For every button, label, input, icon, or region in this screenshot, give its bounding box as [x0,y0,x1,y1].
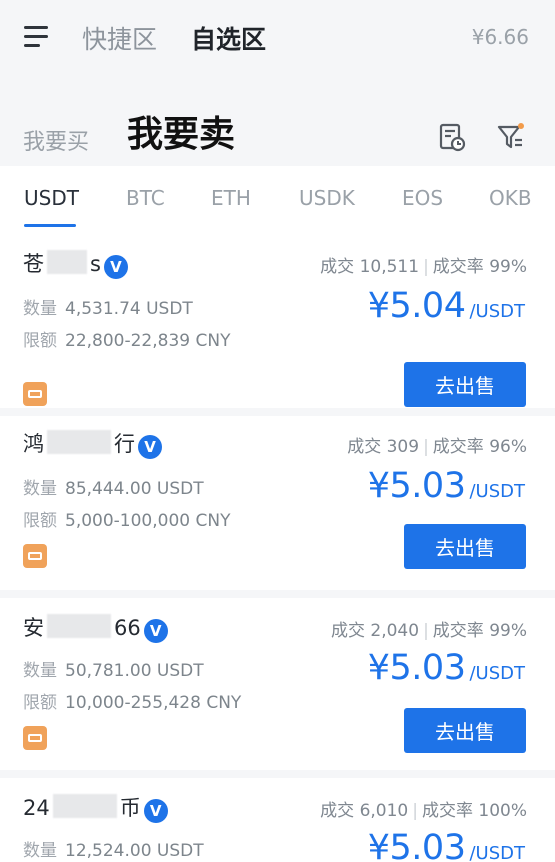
merchant-name[interactable]: 鸿行V [23,428,162,459]
sell-button[interactable]: 去出售 [404,708,526,753]
verified-icon: V [143,619,168,643]
blurred-name [47,430,111,454]
top-bar: 快捷区 自选区 ¥6.66 [0,0,555,78]
coin-tab-usdk[interactable]: USDK [299,186,355,210]
merchant-name[interactable]: 安 66 V [23,612,168,643]
coin-tabs: USDT BTC ETH USDK EOS OKB [0,166,555,228]
coin-tab-eos[interactable]: EOS [402,186,443,210]
verified-icon: V [138,435,162,459]
balance: ¥6.66 [471,25,529,49]
price: ¥5.04/USDT [367,286,525,326]
coin-tab-btc[interactable]: BTC [126,186,165,210]
row-divider [0,590,555,598]
menu-icon[interactable] [24,24,52,48]
ad-card: 鸿行V 成交 309 | 成交率 96% 数量 85,444.00 USDT 限额 5,… [0,416,555,590]
price: ¥5.03/USDT [367,466,525,506]
bank-card-icon [23,726,47,750]
sell-mode-tab[interactable]: 我要卖 [127,105,235,157]
merchant-name[interactable]: 苍sV [23,248,128,279]
trade-stats: 成交 2,040 | 成交率 99% [330,621,527,641]
price: ¥5.03/USDT [367,648,525,688]
blurred-name [47,250,87,274]
blurred-name [47,614,111,638]
orders-icon[interactable] [434,120,468,154]
active-tab-indicator [24,224,76,227]
limit-row: 限额 5,000-100,000 CNY [23,511,231,531]
tab-favorites-zone[interactable]: 自选区 [191,20,266,56]
trade-stats: 成交 6,010 | 成交率 100% [320,801,527,821]
ad-card: 安 66 V 成交 2,040 | 成交率 99% 数量 50,781.00 USDT 限… [0,598,555,770]
trade-stats: 成交 309 | 成交率 96% [347,437,527,457]
row-divider [0,408,555,416]
filter-icon[interactable] [494,120,528,154]
ad-card: 苍sV 成交 10,511 | 成交率 99% 数量 4,531.74 USDT 限额… [0,228,555,408]
coin-tab-okb[interactable]: OKB [489,186,532,210]
bank-card-icon [23,544,47,568]
tab-quick-zone[interactable]: 快捷区 [82,20,157,56]
ads-panel: USDT BTC ETH USDK EOS OKB 苍sV 成交 10,511 |… [0,166,555,862]
ad-card: 24 币 V 成交 6,010 | 成交率 100% 数量 12,524.00 USDT … [0,778,555,862]
quantity-row: 数量 12,524.00 USDT [23,841,204,861]
quantity-row: 数量 4,531.74 USDT [23,299,193,319]
blurred-name [52,794,117,818]
buy-mode-tab[interactable]: 我要买 [23,124,89,156]
limit-row: 限额 10,000-255,428 CNY [23,693,242,713]
verified-icon: V [143,799,168,823]
trade-stats: 成交 10,511 | 成交率 99% [320,257,527,277]
row-divider [0,770,555,778]
verified-icon: V [103,255,128,279]
limit-row: 限额 22,800-22,839 CNY [23,331,231,351]
quantity-row: 数量 85,444.00 USDT [23,479,204,499]
coin-tab-usdt[interactable]: USDT [24,186,79,210]
sell-button[interactable]: 去出售 [404,524,526,569]
merchant-name[interactable]: 24 币 V [23,792,168,823]
quantity-row: 数量 50,781.00 USDT [23,661,204,681]
bank-card-icon [23,382,47,406]
sell-button[interactable]: 去出售 [404,362,526,407]
price: ¥5.03/USDT [367,828,525,862]
coin-tab-eth[interactable]: ETH [211,186,251,210]
